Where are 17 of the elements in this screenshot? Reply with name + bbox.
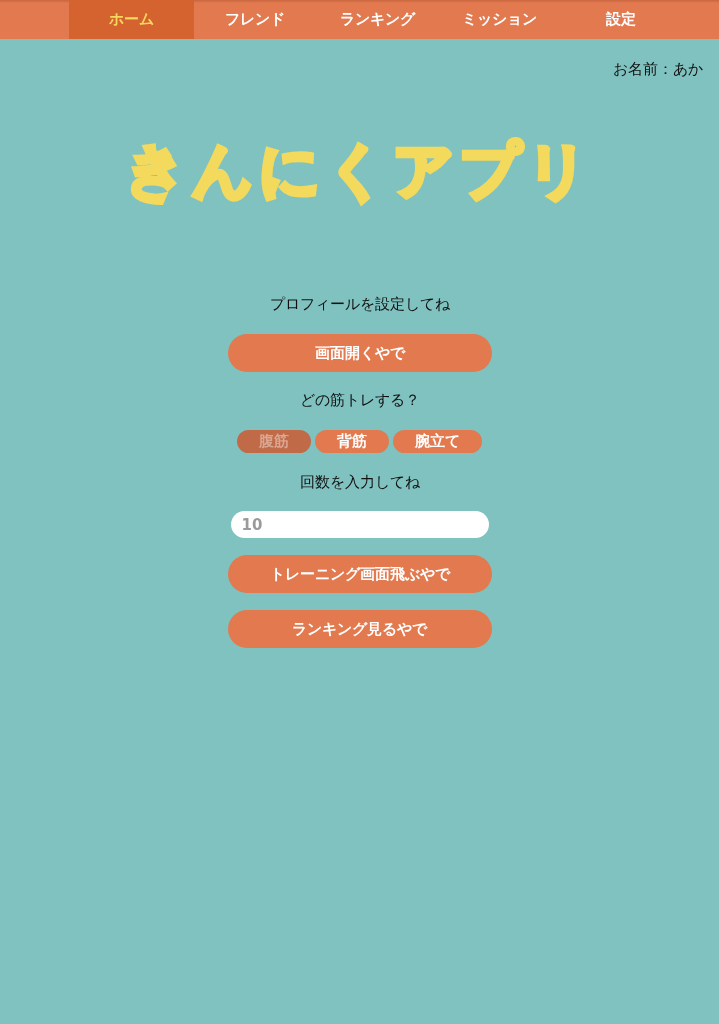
app-logo-text: きんにくアプリ [124,134,595,207]
open-profile-button[interactable]: 画面開くやで [227,334,492,372]
exercise-option[interactable]: 腕立て [393,430,482,453]
count-prompt: 回数を入力してね [299,472,420,492]
exercise-option[interactable]: 背筋 [315,430,389,453]
nav-tab[interactable]: フレンド [194,0,316,39]
nav-tab[interactable]: ランキング [316,0,438,39]
user-name-label: お名前：あか [613,59,703,79]
count-input-field[interactable]: 10 [230,511,489,538]
action-button[interactable]: ランキング見るやで [227,610,492,648]
exercise-option[interactable]: 腹筋 [237,430,311,453]
action-button[interactable]: トレーニング画面飛ぶやで [227,555,492,593]
nav-tab[interactable]: 設定 [560,0,682,39]
nav-tab[interactable]: ホーム [69,0,194,39]
nav-tab[interactable]: ミッション [438,0,560,39]
profile-prompt: プロフィールを設定してね [269,294,450,314]
exercise-prompt: どの筋トレする？ [299,390,420,410]
